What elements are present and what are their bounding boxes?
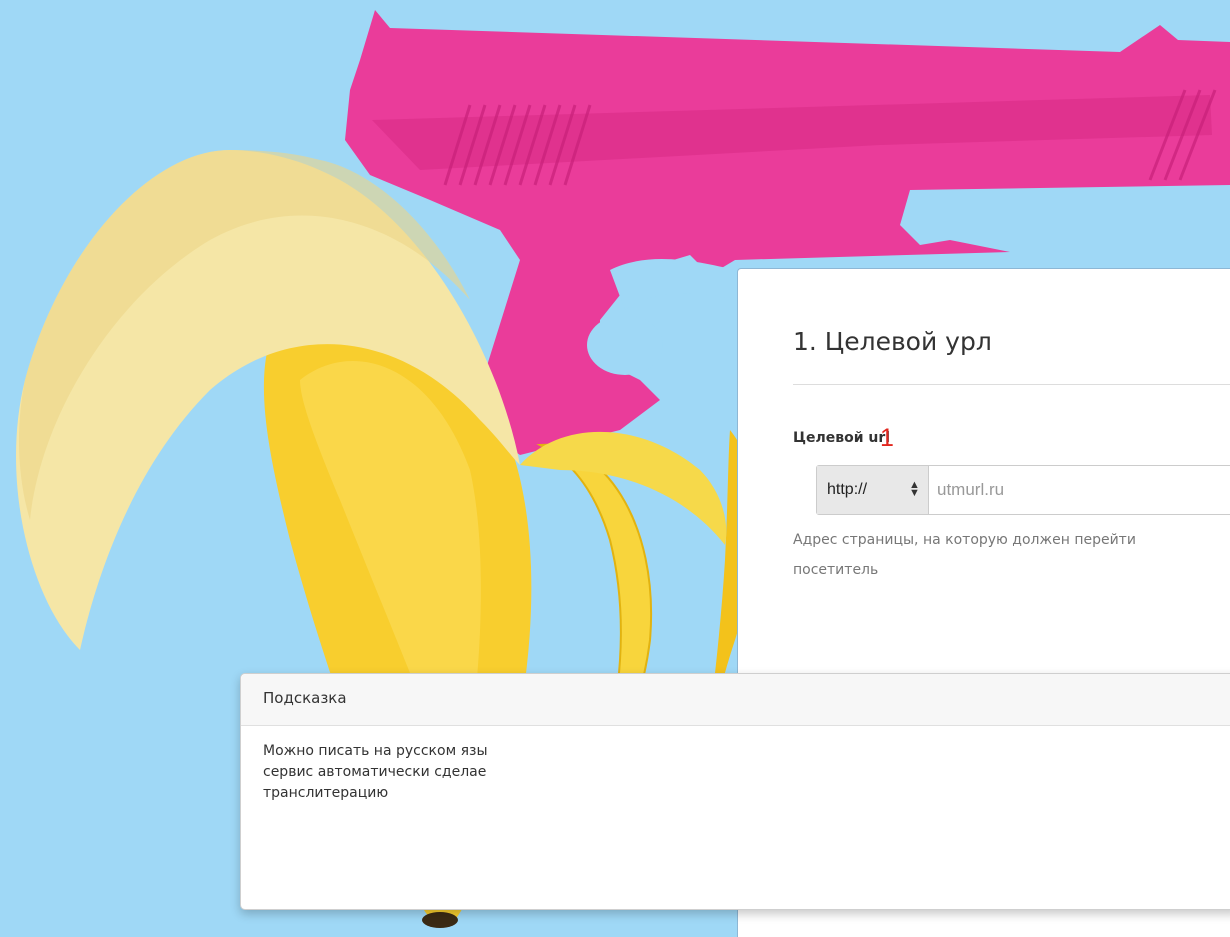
select-arrows-icon: ▲ ▼	[909, 479, 920, 499]
section-divider	[793, 384, 1230, 385]
help-text-line: посетитель	[793, 562, 879, 578]
help-text-line: Адрес страницы, на которую должен перейт…	[793, 532, 1136, 548]
url-input-group: http:// ▲ ▼	[816, 465, 1230, 515]
hint-text-line: сервис автоматически сделае	[263, 764, 487, 780]
annotation-number: 1	[880, 424, 894, 452]
hint-title: Подсказка	[263, 689, 347, 707]
hint-popover: Подсказка Можно писать на русском язы се…	[240, 673, 1230, 910]
target-url-label: Целевой url	[793, 430, 891, 446]
hint-text-line: Можно писать на русском язы	[263, 743, 488, 759]
target-url-input[interactable]	[929, 466, 1230, 514]
hint-body: Можно писать на русском язы сервис автом…	[263, 741, 488, 804]
url-help-text: Адрес страницы, на которую должен перейт…	[793, 525, 1230, 585]
hint-text-line: транслитерацию	[263, 785, 389, 801]
protocol-select[interactable]: http:// ▲ ▼	[817, 466, 929, 514]
protocol-select-value: http://	[827, 481, 868, 498]
hint-header: Подсказка	[241, 674, 1230, 726]
section-title: 1. Целевой урл	[793, 327, 992, 356]
